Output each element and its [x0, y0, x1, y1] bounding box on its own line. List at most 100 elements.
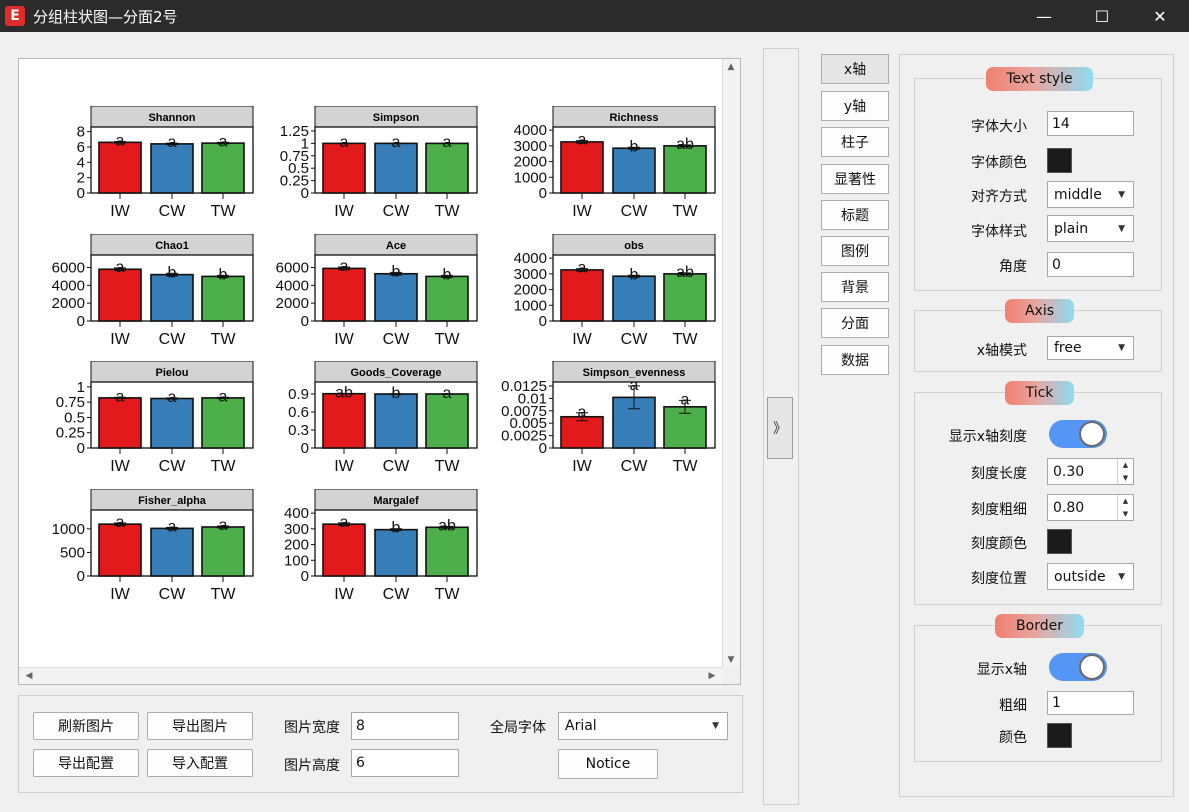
- facet-title: Chao1: [155, 240, 189, 252]
- bar: [374, 393, 418, 449]
- scroll-left-icon[interactable]: ◀: [21, 668, 37, 684]
- tab-title[interactable]: 标题: [821, 200, 889, 230]
- x-tick-label: IW: [572, 458, 592, 475]
- spin-up-icon[interactable]: ▲: [1118, 495, 1133, 508]
- spin-up-icon[interactable]: ▲: [1118, 459, 1133, 472]
- show-x-axis-toggle[interactable]: [1049, 653, 1107, 681]
- y-tick-label: 3000: [514, 138, 547, 155]
- tick-color-swatch[interactable]: [1047, 529, 1072, 554]
- x-tick-label: TW: [673, 458, 699, 475]
- facet-title: Fisher_alpha: [138, 495, 207, 507]
- tab-facet[interactable]: 分面: [821, 308, 889, 338]
- show-x-tick-toggle[interactable]: [1049, 420, 1107, 448]
- tab-significance[interactable]: 显著性: [821, 164, 889, 194]
- tab-y-axis[interactable]: y轴: [821, 91, 889, 121]
- image-width-label: 图片宽度: [284, 720, 340, 736]
- facet-panel: Fisher_alpha 1000 500 0 a IW a CW a TW: [19, 489, 254, 617]
- significance-label: a: [392, 134, 401, 151]
- facet-svg: Goods_Coverage 0.90.60.30 ab IW b CW a TW: [288, 361, 478, 475]
- notice-button[interactable]: Notice: [558, 749, 658, 779]
- collapse-panel-button[interactable]: 》: [767, 397, 793, 459]
- align-select[interactable]: middle ▼: [1047, 181, 1134, 208]
- facet-panel: obs 4000 3000 2000 1000 0 a IW b CW ab TW: [481, 234, 716, 362]
- significance-label: a: [340, 258, 349, 275]
- y-tick-label: 0: [301, 568, 309, 585]
- show-x-tick-label: 显示x轴刻度: [948, 429, 1027, 445]
- bar: [201, 526, 245, 577]
- bar: [98, 397, 142, 449]
- significance-label: a: [116, 388, 125, 405]
- close-button[interactable]: ✕: [1131, 0, 1189, 32]
- y-tick-label: 300: [284, 521, 309, 538]
- facet-title: Simpson: [373, 112, 420, 124]
- axis-title: Axis: [1005, 299, 1074, 323]
- global-font-select[interactable]: Arial ▼: [558, 712, 728, 740]
- x-tick-label: IW: [110, 331, 130, 348]
- tab-background[interactable]: 背景: [821, 272, 889, 302]
- x-tick-label: TW: [435, 203, 461, 220]
- significance-label: a: [681, 391, 690, 408]
- y-tick-label: 1000: [52, 521, 85, 538]
- x-axis-mode-label: x轴模式: [976, 343, 1027, 359]
- x-axis-mode-select[interactable]: free ▼: [1047, 336, 1134, 360]
- x-tick-label: TW: [211, 331, 237, 348]
- y-tick-label: 0.3: [288, 422, 309, 439]
- significance-label: b: [168, 264, 177, 281]
- facet-title: obs: [624, 240, 644, 252]
- significance-label: a: [168, 134, 177, 151]
- y-tick-label: 0: [77, 568, 85, 585]
- maximize-button[interactable]: ☐: [1073, 0, 1131, 32]
- facet-title: Shannon: [148, 112, 195, 124]
- facet-svg: Simpson_evenness0.01250.010.00750.0050.0…: [501, 361, 716, 475]
- spin-down-icon[interactable]: ▼: [1118, 508, 1133, 521]
- tick-color-label: 刻度颜色: [971, 536, 1027, 552]
- vertical-scrollbar[interactable]: ▲ ▼: [722, 59, 740, 668]
- tick-position-label: 刻度位置: [971, 571, 1027, 587]
- significance-label: a: [116, 133, 125, 150]
- border-color-swatch[interactable]: [1047, 723, 1072, 748]
- import-config-button[interactable]: 导入配置: [147, 749, 253, 777]
- tick-position-value: outside: [1054, 568, 1106, 585]
- tab-bars[interactable]: 柱子: [821, 127, 889, 157]
- scroll-right-icon[interactable]: ▶: [704, 668, 720, 684]
- global-font-label: 全局字体: [490, 720, 546, 736]
- spin-down-icon[interactable]: ▼: [1118, 472, 1133, 485]
- scroll-down-icon[interactable]: ▼: [723, 652, 739, 668]
- text-style-title: Text style: [986, 67, 1093, 91]
- y-tick-label: 6000: [276, 259, 309, 276]
- significance-label: b: [392, 385, 401, 402]
- chevron-down-icon: ▼: [1118, 571, 1125, 582]
- export-config-button[interactable]: 导出配置: [33, 749, 139, 777]
- x-tick-label: TW: [435, 331, 461, 348]
- global-font-value: Arial: [565, 718, 597, 734]
- significance-label: b: [443, 266, 452, 283]
- font-size-input[interactable]: 14: [1047, 111, 1134, 136]
- font-style-select[interactable]: plain ▼: [1047, 215, 1134, 242]
- facet-svg: Fisher_alpha 1000 500 0 a IW a CW a TW: [52, 489, 254, 603]
- tab-legend[interactable]: 图例: [821, 236, 889, 266]
- bar: [201, 397, 245, 449]
- facet-svg: Shannon86420aIWaCWaTW: [77, 106, 254, 220]
- tab-data[interactable]: 数据: [821, 345, 889, 375]
- facet-svg: Chao1 6000400020000 a IW b CW b TW: [52, 234, 254, 348]
- font-color-swatch[interactable]: [1047, 148, 1072, 173]
- x-tick-label: CW: [383, 458, 411, 475]
- y-tick-label: 0: [301, 440, 309, 457]
- tick-position-select[interactable]: outside ▼: [1047, 563, 1134, 590]
- tick-width-spinbox[interactable]: 0.80 ▲ ▼: [1047, 494, 1134, 521]
- horizontal-scrollbar[interactable]: ◀ ▶: [19, 667, 722, 684]
- minimize-button[interactable]: —: [1015, 0, 1073, 32]
- export-image-button[interactable]: 导出图片: [147, 712, 253, 740]
- facet-title: Margalef: [373, 495, 419, 507]
- tab-x-axis[interactable]: x轴: [821, 54, 889, 84]
- image-height-input[interactable]: 6: [351, 749, 459, 777]
- tick-length-spinbox[interactable]: 0.30 ▲ ▼: [1047, 458, 1134, 485]
- border-width-input[interactable]: 1: [1047, 691, 1134, 715]
- facet-title: Richness: [610, 112, 659, 124]
- scroll-up-icon[interactable]: ▲: [723, 59, 739, 75]
- image-width-input[interactable]: 8: [351, 712, 459, 740]
- facet-svg: Ace 6000400020000 a IW b CW b TW: [276, 234, 478, 348]
- facet-svg: Simpson1.2510.750.50.250aIWaCWaTW: [280, 106, 478, 220]
- angle-input[interactable]: 0: [1047, 252, 1134, 277]
- refresh-image-button[interactable]: 刷新图片: [33, 712, 139, 740]
